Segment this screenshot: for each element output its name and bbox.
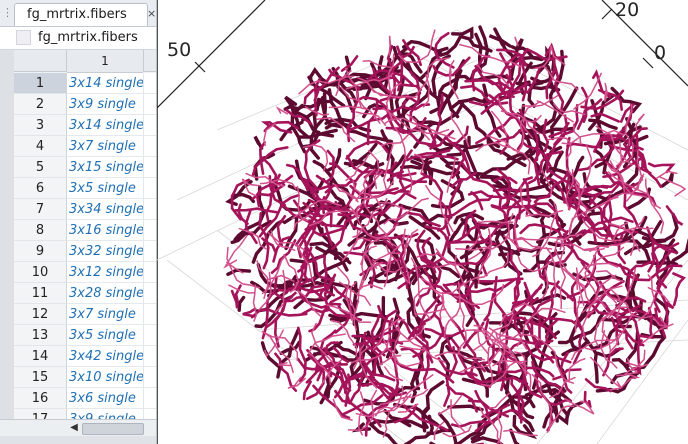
table-cell[interactable]: 3x12 single [67, 262, 143, 283]
table-cell-empty[interactable] [143, 388, 156, 409]
axis-label-0: 0 [654, 42, 667, 64]
table-cell[interactable]: 3x7 single [67, 304, 143, 325]
table-cell-empty[interactable] [143, 136, 156, 157]
tab-fg-mrtrix-fibers[interactable]: fg_mrtrix.fibers [14, 3, 148, 26]
fiber-tracts [223, 25, 688, 444]
table-cell-empty[interactable] [143, 346, 156, 367]
row-header[interactable]: 15 [14, 367, 67, 388]
row-header[interactable]: 13 [14, 325, 67, 346]
table-cell-empty[interactable] [143, 367, 156, 388]
table-cell-empty[interactable] [143, 178, 156, 199]
table-cell-empty[interactable] [143, 73, 156, 94]
table-cell[interactable]: 3x42 single [67, 346, 143, 367]
row-header[interactable]: 4 [14, 136, 67, 157]
row-header[interactable]: 2 [14, 94, 67, 115]
table-cell[interactable]: 3x34 single [67, 199, 143, 220]
table-cell[interactable]: 3x15 single [67, 157, 143, 178]
table-cell[interactable]: 3x16 single [67, 220, 143, 241]
table-cell-empty[interactable] [143, 157, 156, 178]
column-header-1[interactable]: 1 [67, 50, 143, 73]
table-cell-empty[interactable] [143, 94, 156, 115]
plot-canvas[interactable] [157, 0, 688, 444]
scroll-left-icon[interactable]: ◀ [68, 422, 80, 434]
column-header-2[interactable] [143, 50, 156, 72]
close-icon[interactable]: × [147, 8, 156, 20]
table-cell[interactable]: 3x9 single [67, 94, 143, 115]
fiber-3d-plot[interactable]: 50 20 0 [157, 0, 688, 444]
table-cell[interactable]: 3x5 single [67, 178, 143, 199]
table-cell-empty[interactable] [143, 199, 156, 220]
table-cell[interactable]: 3x32 single [67, 241, 143, 262]
tab-bar: ⋮ fg_mrtrix.fibers × [0, 0, 156, 27]
row-header[interactable]: 12 [14, 304, 67, 325]
row-header[interactable]: 7 [14, 199, 67, 220]
row-header[interactable]: 11 [14, 283, 67, 304]
row-header[interactable]: 8 [14, 220, 67, 241]
table-cell-empty[interactable] [143, 241, 156, 262]
variable-icon [16, 30, 31, 45]
scrollbar-thumb[interactable] [82, 423, 144, 435]
row-gutter [0, 0, 14, 444]
axis-label-20: 20 [615, 0, 640, 21]
row-header[interactable]: 14 [14, 346, 67, 367]
table-cell[interactable]: 3x14 single [67, 73, 143, 94]
drag-grip-icon[interactable]: ⋮ [2, 5, 13, 21]
table-cell[interactable]: 3x7 single [67, 136, 143, 157]
table-cell-empty[interactable] [143, 304, 156, 325]
variable-row: fg_mrtrix.fibers [0, 27, 156, 50]
status-strip [0, 436, 156, 444]
row-header[interactable]: 9 [14, 241, 67, 262]
row-header[interactable]: 16 [14, 388, 67, 409]
row-header[interactable]: 5 [14, 157, 67, 178]
table-cell-empty[interactable] [143, 283, 156, 304]
variable-name: fg_mrtrix.fibers [38, 30, 138, 45]
row-header[interactable]: 3 [14, 115, 67, 136]
table-cell[interactable]: 3x5 single [67, 325, 143, 346]
table-cell[interactable]: 3x10 single [67, 367, 143, 388]
table-cell[interactable]: 3x28 single [67, 283, 143, 304]
corner-header [14, 50, 67, 72]
table-cell[interactable]: 3x14 single [67, 115, 143, 136]
horizontal-scrollbar[interactable]: ◀ [0, 419, 156, 437]
table-cell-empty[interactable] [143, 220, 156, 241]
row-header[interactable]: 10 [14, 262, 67, 283]
axis-label-50: 50 [167, 39, 192, 61]
row-header[interactable]: 6 [14, 178, 67, 199]
table-cell-empty[interactable] [143, 262, 156, 283]
tab-label: fg_mrtrix.fibers [27, 7, 127, 22]
table-cell-empty[interactable] [143, 325, 156, 346]
table-cell-empty[interactable] [143, 115, 156, 136]
row-header[interactable]: 1 [14, 73, 67, 94]
table-cell[interactable]: 3x6 single [67, 388, 143, 409]
variable-editor-panel: ⋮ fg_mrtrix.fibers × fg_mrtrix.fibers 1 … [0, 0, 157, 444]
